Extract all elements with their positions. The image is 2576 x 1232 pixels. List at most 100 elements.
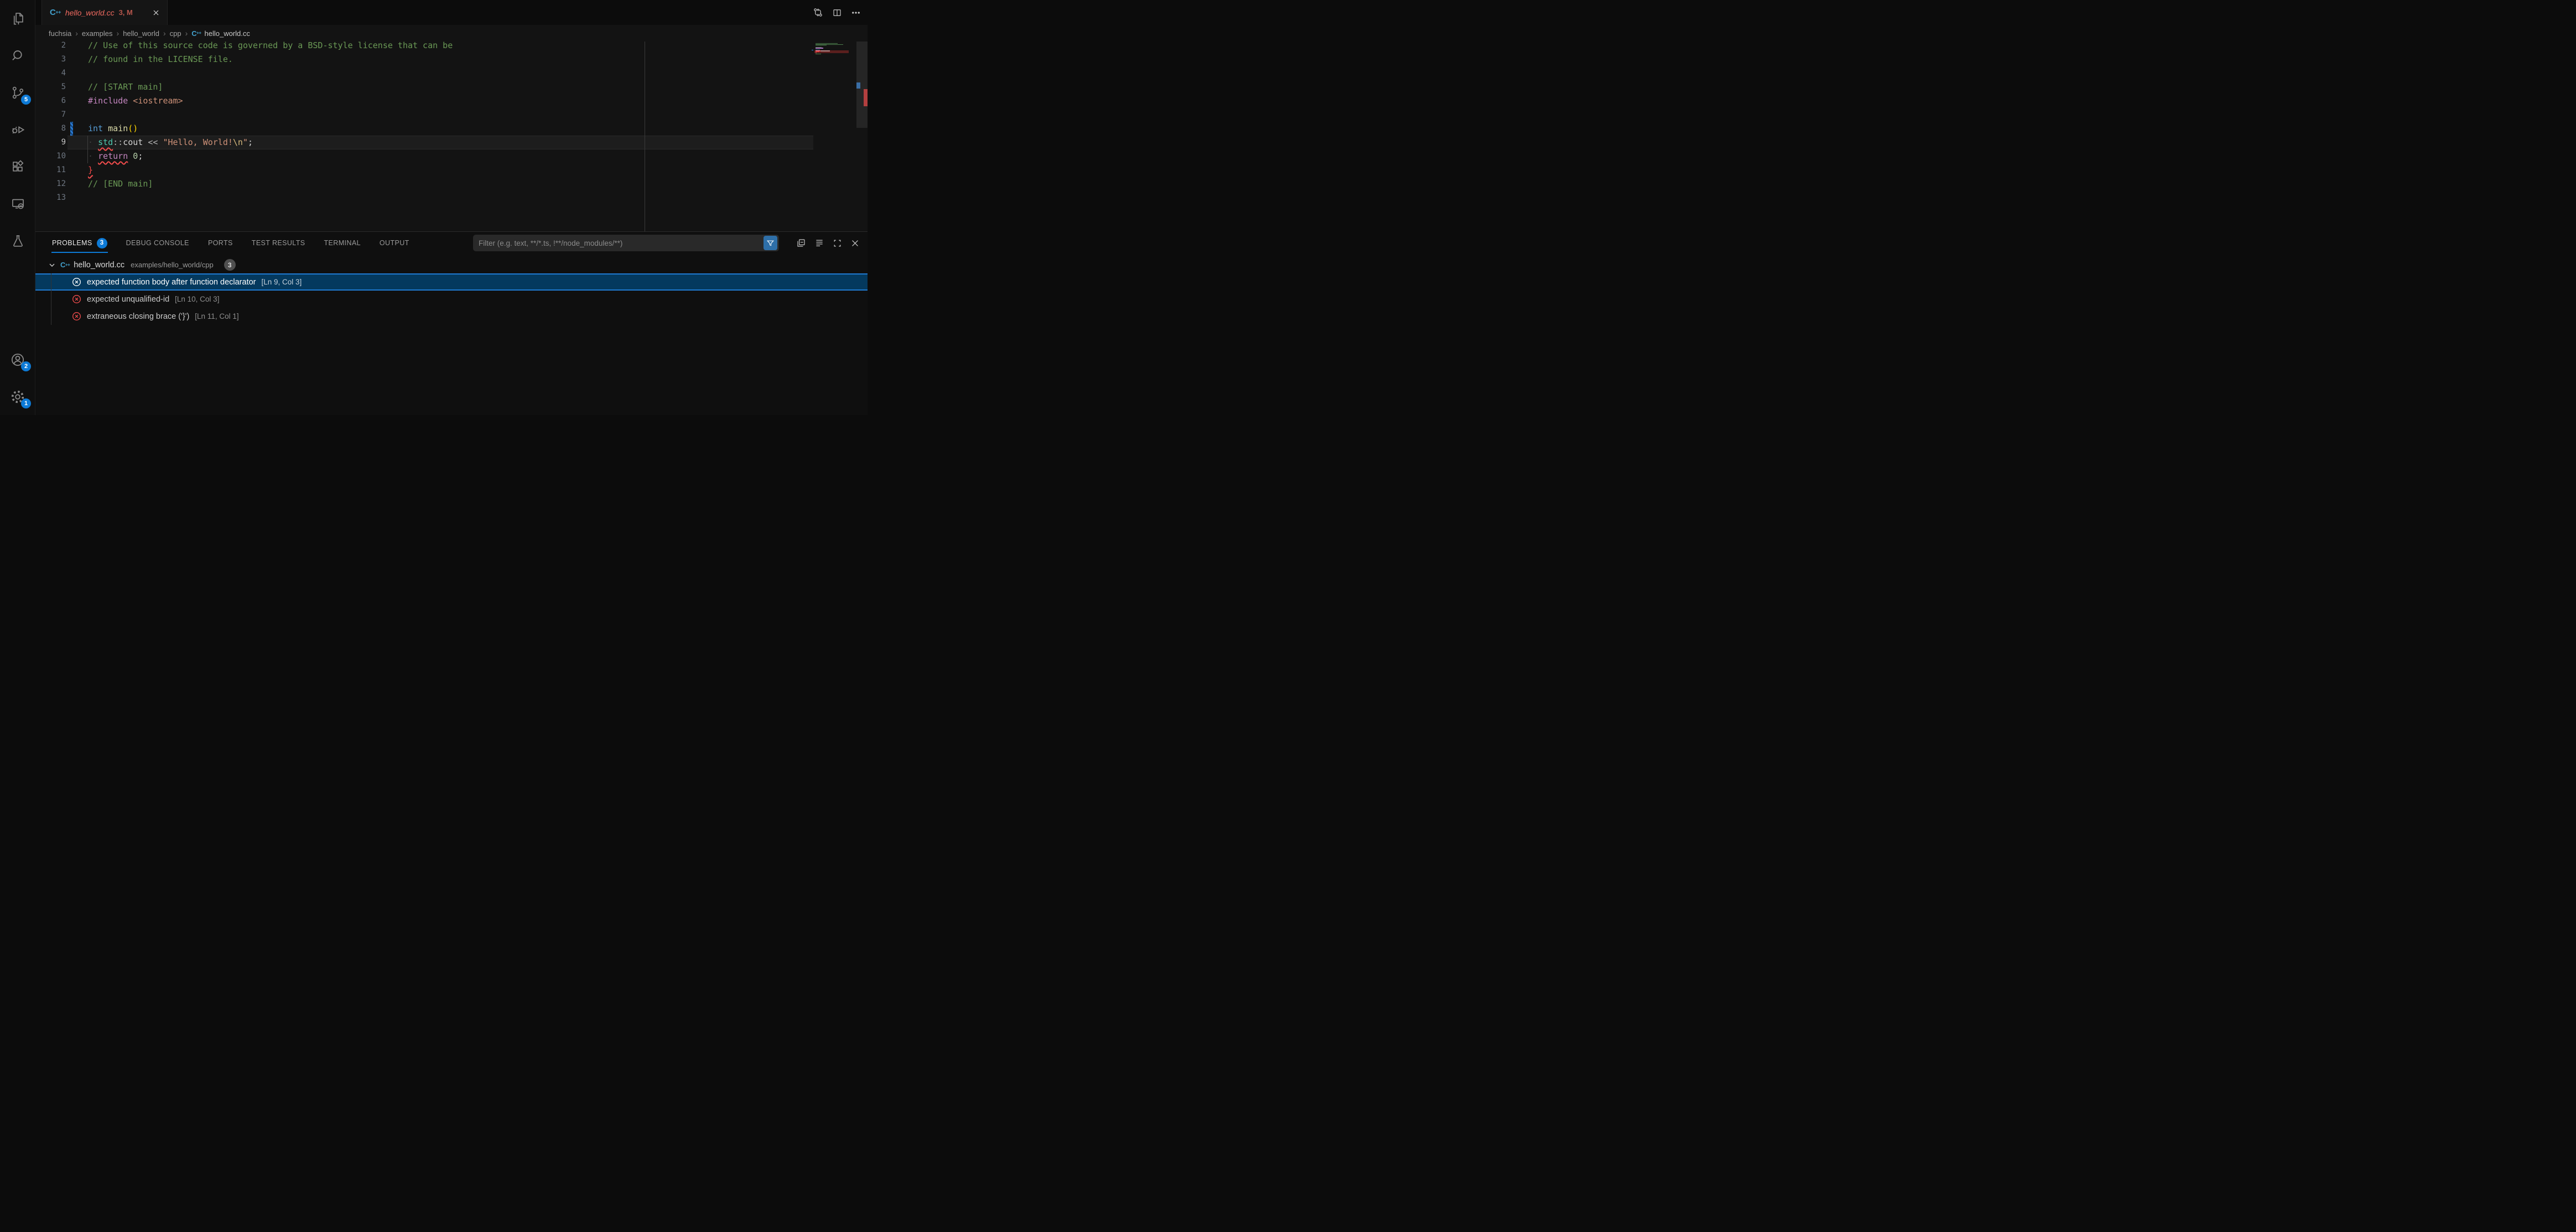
breadcrumb-item[interactable]: hello_world.cc: [205, 29, 250, 38]
line-number: 2: [35, 42, 66, 53]
panel-header: PROBLEMS3 DEBUG CONSOLE PORTS TEST RESULTS T…: [35, 232, 868, 254]
token: }: [88, 165, 93, 175]
activity-item-remote-explorer[interactable]: [0, 185, 35, 222]
activity-item-accounts[interactable]: 2: [0, 341, 35, 378]
close-panel-icon[interactable]: [850, 239, 860, 248]
minimap[interactable]: [813, 43, 852, 55]
panel-tab-test-results[interactable]: TEST RESULTS: [252, 232, 305, 254]
problems-file-name: hello_world.cc: [74, 261, 124, 270]
code-line[interactable]: 4: [35, 66, 856, 80]
token: [103, 123, 108, 133]
breadcrumb-item[interactable]: examples: [82, 29, 113, 38]
panel-tab-label: TERMINAL: [324, 239, 361, 247]
vscode-window: 5 2 1 C++ hello_world.cc 3, M fuchsia › exa…: [0, 0, 868, 415]
problem-message: expected function body after function de…: [87, 278, 256, 287]
line-number: 3: [35, 53, 66, 66]
extensions-icon: [11, 159, 25, 174]
line-number: 4: [35, 66, 66, 80]
more-actions-icon[interactable]: [851, 8, 861, 18]
token: // found in the LICENSE file.: [88, 54, 233, 64]
token: ": [243, 137, 248, 147]
token: <iostream>: [133, 96, 183, 106]
panel-tab-ports[interactable]: PORTS: [208, 232, 233, 254]
panel-tab-problems[interactable]: PROBLEMS3: [52, 232, 107, 254]
token: [128, 96, 133, 106]
panel-tab-terminal[interactable]: TERMINAL: [324, 232, 361, 254]
panel-tab-label: PORTS: [208, 239, 233, 247]
code-line[interactable]: 5// [START main]: [35, 80, 856, 94]
activity-item-extensions[interactable]: [0, 148, 35, 185]
problems-file-group[interactable]: C++ hello_world.cc examples/hello_world/…: [35, 256, 868, 273]
problem-row[interactable]: expected function body after function de…: [35, 273, 868, 291]
editor[interactable]: 2 // Use of this source code is governed …: [35, 42, 868, 231]
line-number: 12: [35, 177, 66, 191]
maximize-panel-icon[interactable]: [833, 239, 842, 248]
error-icon: [72, 312, 81, 321]
token: (): [128, 123, 138, 133]
problem-row[interactable]: expected unqualified-id[Ln 10, Col 3]: [35, 291, 868, 308]
chevron-down-icon[interactable]: [48, 261, 56, 270]
activity-item-source-control[interactable]: 5: [0, 74, 35, 111]
tab-bar-actions: [813, 0, 861, 25]
code-line[interactable]: 8 int main(): [35, 122, 856, 136]
split-editor-icon[interactable]: [832, 8, 842, 18]
problem-rows: expected function body after function de…: [35, 273, 868, 325]
panel-tab-label: PROBLEMS: [52, 239, 92, 247]
problems-count-badge: 3: [224, 259, 236, 271]
token: \n: [233, 137, 243, 147]
activity-item-testing[interactable]: [0, 222, 35, 260]
panel-tab-output[interactable]: OUTPUT: [380, 232, 409, 254]
code-line[interactable]: 11}: [35, 163, 856, 177]
beaker-icon: [11, 234, 25, 249]
code-line[interactable]: 13: [35, 191, 856, 205]
problem-row[interactable]: extraneous closing brace ('}')[Ln 11, Co…: [35, 308, 868, 325]
line-number: 5: [35, 80, 66, 94]
code-text: int main(): [88, 122, 138, 136]
breadcrumb-separator-icon: ›: [75, 29, 78, 38]
panel-tab-label: DEBUG CONSOLE: [126, 239, 189, 247]
tab-title: hello_world.cc: [65, 8, 115, 17]
code-line[interactable]: 3 // found in the LICENSE file.: [35, 53, 856, 66]
breadcrumb-item[interactable]: hello_world: [123, 29, 159, 38]
line-number: 11: [35, 163, 66, 177]
code-line[interactable]: 2 // Use of this source code is governed …: [35, 42, 856, 53]
code-line[interactable]: 7: [35, 108, 856, 122]
editor-group: C++ hello_world.cc 3, M fuchsia › examples…: [35, 0, 868, 415]
token: std: [98, 137, 113, 147]
panel-actions: [796, 232, 860, 254]
token: // Use of this source code is governed b…: [88, 42, 453, 50]
tab-close-icon[interactable]: [152, 8, 160, 17]
settings-badge: 1: [21, 398, 31, 408]
code-line[interactable]: 6#include <iostream>: [35, 94, 856, 108]
code-lines: 2 // Use of this source code is governed …: [35, 42, 856, 205]
remote-icon: [11, 196, 25, 211]
accounts-badge: 2: [21, 361, 31, 371]
activity-item-run-and-debug[interactable]: [0, 111, 35, 148]
view-as-table-icon[interactable]: [814, 238, 824, 248]
code-text: // Use of this source code is governed b…: [88, 42, 453, 53]
problems-filter-input[interactable]: [479, 239, 764, 247]
panel-tab-debug-console[interactable]: DEBUG CONSOLE: [126, 232, 189, 254]
problems-filter: [473, 235, 779, 251]
editor-tab-hello-world[interactable]: C++ hello_world.cc 3, M: [41, 0, 168, 25]
panel-tab-label: TEST RESULTS: [252, 239, 305, 247]
activity-item-search[interactable]: [0, 37, 35, 74]
activity-item-explorer[interactable]: [0, 0, 35, 37]
cpp-file-icon: C++: [60, 261, 70, 268]
token: #include: [88, 96, 128, 106]
error-icon: [72, 294, 81, 304]
editor-scrollbar[interactable]: [856, 42, 868, 231]
code-line[interactable]: 9· std::cout << "Hello, World!\n";: [35, 136, 856, 149]
open-changes-icon[interactable]: [813, 7, 823, 18]
filter-icon[interactable]: [764, 236, 777, 250]
breadcrumb-item[interactable]: fuchsia: [49, 29, 71, 38]
search-icon: [11, 48, 25, 63]
code-line[interactable]: 12// [END main]: [35, 177, 856, 191]
activity-item-settings[interactable]: 1: [0, 378, 35, 415]
collapse-all-icon[interactable]: [796, 238, 806, 248]
code-line[interactable]: 10· return 0;: [35, 149, 856, 163]
breadcrumb-item[interactable]: cpp: [170, 29, 181, 38]
bottom-panel: PROBLEMS3DEBUG CONSOLEPORTSTEST RESULTST…: [35, 231, 868, 415]
line-number: 8: [35, 122, 66, 136]
token: ;: [138, 151, 143, 161]
